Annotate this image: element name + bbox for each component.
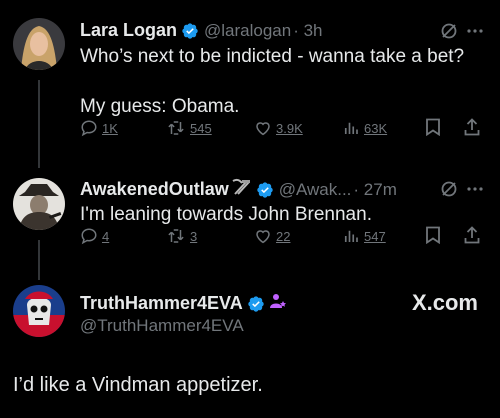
tweet3-header: TruthHammer4EVA bbox=[80, 292, 287, 315]
thread-line-2 bbox=[38, 240, 40, 280]
tweet3-text: I’d like a Vindman appetizer. bbox=[13, 374, 263, 396]
tweet3-author-name[interactable]: TruthHammer4EVA bbox=[80, 293, 243, 314]
tweet1-text-line1: Who’s next to be indicted - wanna take a… bbox=[80, 46, 465, 67]
tweet2-header: AwakenedOutlaw @Awak... · 27m bbox=[80, 178, 397, 201]
bookmark-icon[interactable] bbox=[425, 118, 441, 139]
affiliate-badge-icon bbox=[269, 292, 287, 315]
tweet2-author-name[interactable]: AwakenedOutlaw bbox=[80, 179, 229, 200]
tweet2-timestamp[interactable]: · 27m bbox=[353, 180, 396, 200]
avatar-truthhammer4eva[interactable] bbox=[13, 285, 65, 337]
tweet2-retweet-count: 3 bbox=[190, 228, 198, 244]
tweet3-handle[interactable]: @TruthHammer4EVA bbox=[80, 316, 244, 336]
more-icon[interactable] bbox=[466, 180, 484, 203]
tweet2-reply-button[interactable]: 4 bbox=[80, 227, 109, 245]
avatar-lara-logan[interactable] bbox=[13, 18, 65, 70]
tweet1-like-button[interactable]: 3.9K bbox=[254, 119, 303, 137]
share-icon[interactable] bbox=[464, 117, 480, 139]
tweet1-reply-count: 1K bbox=[102, 120, 118, 136]
tweet2-like-count: 22 bbox=[276, 228, 291, 244]
grok-icon[interactable] bbox=[440, 180, 458, 203]
tweet1-view-count: 63K bbox=[364, 120, 388, 136]
x-com-watermark: X.com bbox=[411, 290, 478, 315]
tweet1-author-name[interactable]: Lara Logan bbox=[80, 20, 177, 41]
tweet1-reply-button[interactable]: 1K bbox=[80, 119, 118, 137]
verified-badge-icon bbox=[247, 295, 265, 313]
tweet1-text-line2: My guess: Obama. bbox=[80, 96, 240, 117]
tweet1-handle[interactable]: @laralogan bbox=[204, 21, 291, 41]
tweet3-handle-row: @TruthHammer4EVA bbox=[80, 316, 244, 336]
thread-line-1 bbox=[38, 80, 40, 168]
hammer-pick-icon bbox=[232, 178, 252, 201]
retweet-icon bbox=[168, 121, 184, 135]
tweet2-retweet-button[interactable]: 3 bbox=[166, 227, 197, 245]
reply-icon bbox=[81, 120, 97, 137]
views-icon bbox=[344, 230, 358, 242]
tweet1-like-count: 3.9K bbox=[276, 120, 303, 136]
tweet2-views-button[interactable]: 547 bbox=[342, 227, 386, 245]
verified-badge-icon bbox=[181, 22, 199, 40]
tweet2-handle[interactable]: @Awak... bbox=[279, 180, 352, 200]
tweet1-retweet-button[interactable]: 545 bbox=[166, 119, 212, 137]
like-icon bbox=[256, 230, 270, 244]
share-icon[interactable] bbox=[464, 225, 480, 247]
grok-icon[interactable] bbox=[440, 22, 458, 45]
tweet1-retweet-count: 545 bbox=[190, 120, 212, 136]
tweet2-view-count: 547 bbox=[364, 228, 386, 244]
tweet2-text: I'm leaning towards John Brennan. bbox=[80, 204, 372, 225]
avatar-awakened-outlaw[interactable] bbox=[13, 178, 65, 230]
bookmark-icon[interactable] bbox=[425, 226, 441, 247]
reply-icon bbox=[81, 228, 97, 245]
retweet-icon bbox=[168, 229, 184, 243]
tweet1-timestamp[interactable]: · 3h bbox=[293, 21, 322, 41]
tweet1-views-button[interactable]: 63K bbox=[342, 119, 387, 137]
views-icon bbox=[344, 122, 358, 134]
tweet2-reply-count: 4 bbox=[102, 228, 110, 244]
like-icon bbox=[256, 122, 270, 136]
more-icon[interactable] bbox=[466, 22, 484, 45]
tweet1-header: Lara Logan @laralogan · 3h bbox=[80, 20, 323, 41]
tweet2-like-button[interactable]: 22 bbox=[254, 227, 290, 245]
verified-badge-icon bbox=[256, 181, 274, 199]
